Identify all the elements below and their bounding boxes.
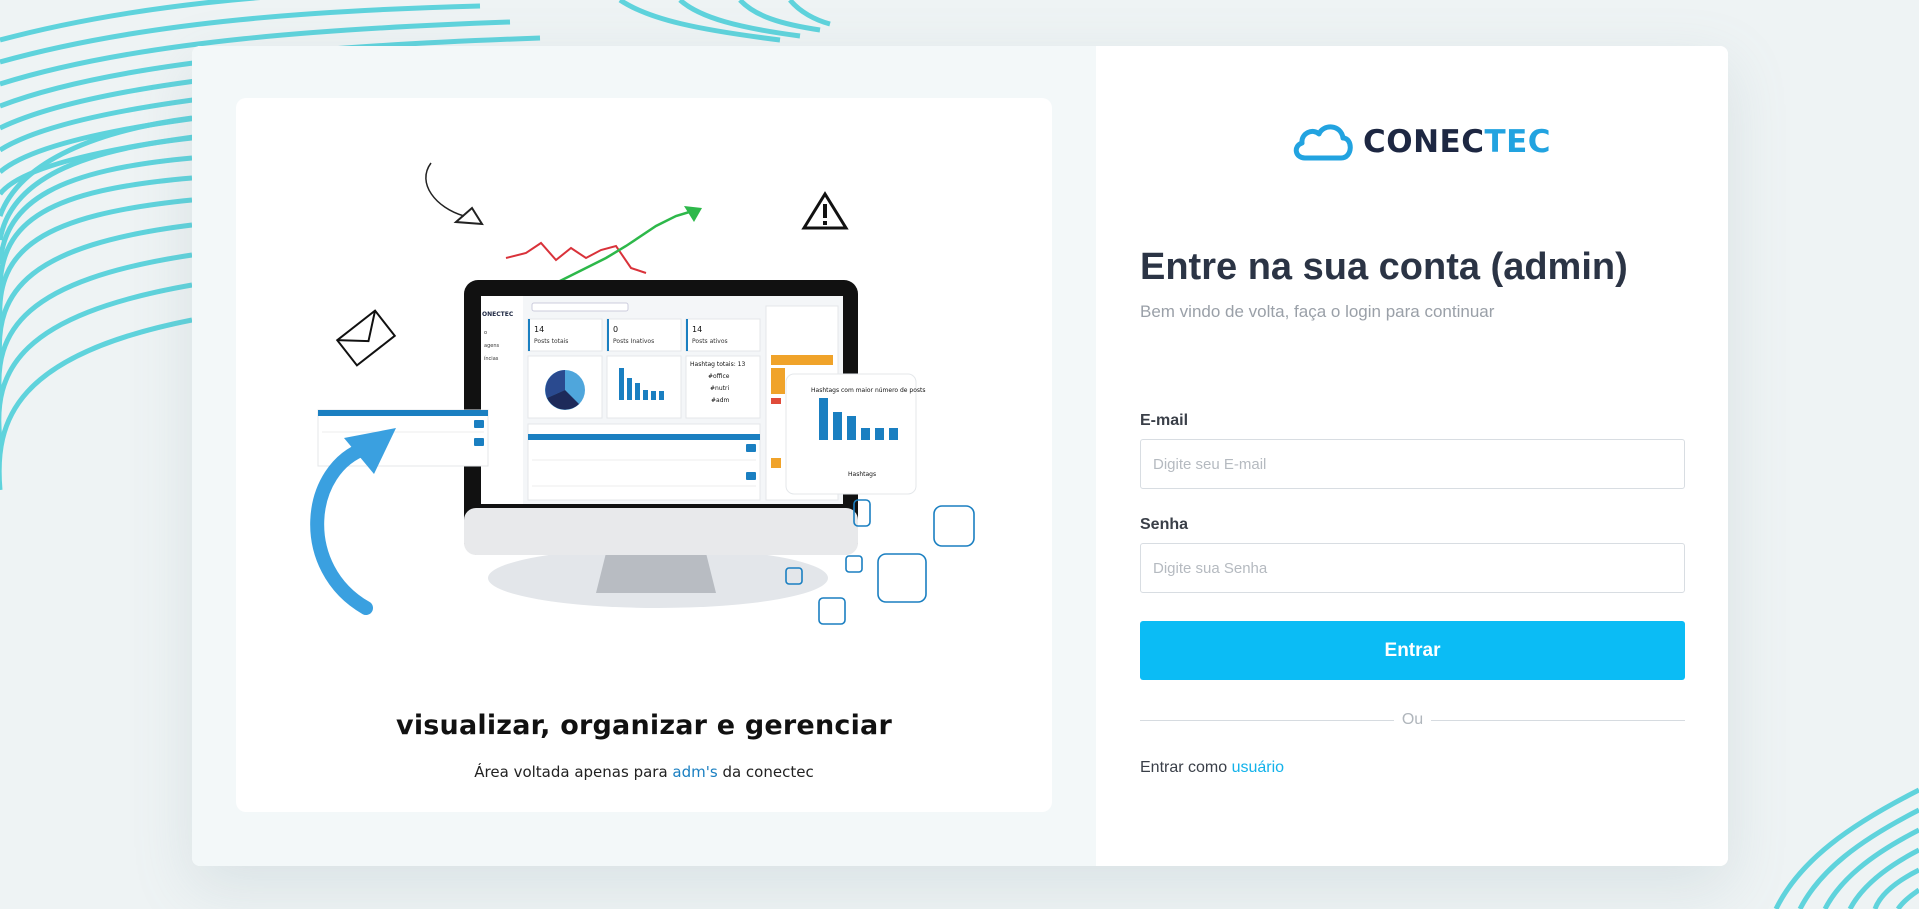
svg-text:14: 14 — [692, 325, 702, 334]
doodle-arrow — [425, 162, 465, 217]
email-label: E-mail — [1140, 412, 1189, 429]
password-field[interactable] — [1140, 543, 1685, 593]
svg-text:íncias: íncias — [484, 355, 499, 362]
divider-text: Ou — [1401, 711, 1424, 728]
svg-text:Posts totais: Posts totais — [534, 338, 568, 345]
page-subtitle: Bem vindo de volta, faça o login para co… — [1140, 302, 1495, 321]
svg-text:Hashtag totais: 13: Hashtag totais: 13 — [690, 361, 745, 368]
svg-text:0: 0 — [613, 325, 618, 334]
svg-text:#adm: #adm — [711, 397, 730, 404]
svg-text:#office: #office — [708, 373, 730, 380]
brand-logo: CONECTEC — [1291, 120, 1551, 164]
warning-icon — [801, 191, 849, 230]
brand-name-part1: CONEC — [1363, 124, 1485, 160]
svg-text:Hashtags com maior número de p: Hashtags com maior número de posts — [811, 387, 926, 394]
envelope-icon — [335, 309, 397, 367]
dashboard-illustration: ONECTEC o agens íncias 14 Posts totais 0… — [310, 162, 975, 625]
blue-arrow — [310, 441, 373, 615]
page-title: Entre na sua conta (admin) — [1140, 246, 1628, 288]
svg-text:Hashtags: Hashtags — [848, 471, 876, 478]
brand-name: CONECTEC — [1363, 124, 1551, 160]
email-field[interactable] — [1140, 439, 1685, 489]
illustration-subtitle: Área voltada apenas para adm's da conect… — [236, 763, 1052, 781]
dashboard-brand: ONECTEC — [482, 311, 514, 318]
divider-line-right — [1431, 719, 1685, 721]
password-label: Senha — [1140, 516, 1189, 533]
login-pane: CONECTEC Entre na sua conta (admin) Bem … — [1096, 46, 1728, 866]
alt-login-prefix: Entrar como — [1140, 759, 1232, 776]
alt-login: Entrar como usuário — [1140, 759, 1284, 777]
illustration-card: ONECTEC o agens íncias 14 Posts totais 0… — [236, 98, 1052, 812]
svg-text:Posts ativos: Posts ativos — [692, 338, 728, 345]
stat-cards: 14 Posts totais 0 Posts Inativos 14 Post… — [527, 318, 761, 352]
divider-line-left — [1140, 719, 1394, 721]
subtitle-link: adm's — [672, 763, 718, 781]
brand-name-part2: TEC — [1484, 124, 1552, 160]
illustration-title: visualizar, organizar e gerenciar — [396, 710, 892, 741]
pie-chart — [545, 370, 585, 410]
subtitle-suffix: da conectec — [717, 763, 814, 781]
svg-text:14: 14 — [534, 325, 544, 334]
illustration-pane: ONECTEC o agens íncias 14 Posts totais 0… — [192, 46, 1096, 866]
svg-text:Posts Inativos: Posts Inativos — [613, 338, 654, 345]
user-login-link[interactable]: usuário — [1232, 759, 1284, 776]
or-divider: Ou — [1140, 711, 1685, 729]
subtitle-prefix: Área voltada apenas para — [474, 763, 673, 781]
svg-text:agens: agens — [484, 343, 499, 349]
svg-text:o: o — [484, 330, 487, 336]
svg-text:#nutri: #nutri — [710, 385, 729, 392]
login-card: ONECTEC o agens íncias 14 Posts totais 0… — [192, 46, 1728, 866]
submit-button[interactable]: Entrar — [1140, 621, 1685, 680]
cloud-icon — [1293, 124, 1353, 161]
